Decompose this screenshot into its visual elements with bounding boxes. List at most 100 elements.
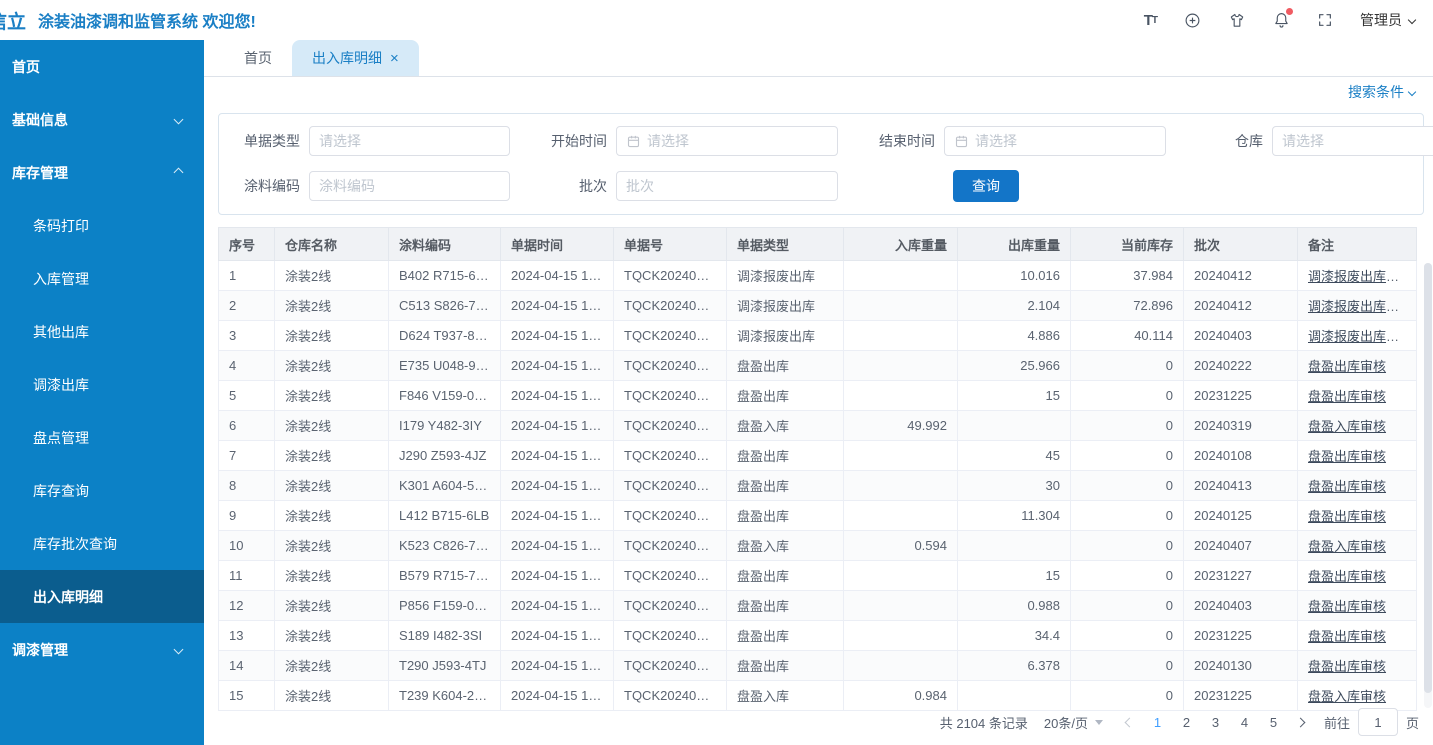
remark-cell: 盘盈出库审核	[1298, 651, 1417, 681]
sidebar-item-0[interactable]: 首页	[0, 40, 204, 93]
cell: 2024-04-15 14:...	[501, 531, 614, 561]
search-conditions-toggle[interactable]: 搜索条件	[1348, 82, 1415, 102]
records-table-wrap: 序号仓库名称涂料编码单据时间单据号单据类型入库重量出库重量当前库存批次备注 1涂…	[218, 227, 1426, 711]
remark-link[interactable]: 盘盈出库审核	[1308, 389, 1386, 404]
sidebar-item-4[interactable]: 入库管理	[0, 252, 204, 305]
doc-type-input[interactable]	[319, 133, 500, 149]
remark-cell: 盘盈出库审核	[1298, 351, 1417, 381]
table-row: 11涂装2线B579 R715-7AQ2024-04-15 14:...TQCK…	[219, 561, 1417, 591]
remark-link[interactable]: 调漆报废出库审核	[1308, 329, 1412, 344]
batch-input[interactable]	[626, 178, 828, 194]
cell: 20240108	[1184, 441, 1298, 471]
sidebar-item-7[interactable]: 盘点管理	[0, 411, 204, 464]
remark-link[interactable]: 盘盈入库审核	[1308, 539, 1386, 554]
cell: 2024-04-15 15:...	[501, 291, 614, 321]
cell	[844, 651, 958, 681]
theme-shirt-icon[interactable]	[1228, 12, 1246, 29]
remark-link[interactable]: 调漆报废出库审核	[1308, 299, 1412, 314]
cell: TQCK2024041....	[614, 591, 727, 621]
query-button[interactable]: 查询	[953, 170, 1019, 202]
cell: 涂装2线	[275, 681, 389, 711]
sidebar-item-8[interactable]: 库存查询	[0, 464, 204, 517]
search-panel: 单据类型 开始时间 结束时间 仓库	[218, 113, 1424, 215]
sidebar-item-11[interactable]: 调漆管理	[0, 623, 204, 676]
cell: 10.016	[958, 261, 1071, 291]
sidebar-menu: 首页基础信息库存管理条码打印入库管理其他出库调漆出库盘点管理库存查询库存批次查询…	[0, 40, 204, 745]
paint-code-input[interactable]	[319, 178, 500, 194]
cell: 0.984	[844, 681, 958, 711]
cell: F846 V159-0FV	[389, 381, 501, 411]
remark-link[interactable]: 盘盈出库审核	[1308, 659, 1386, 674]
remark-link[interactable]: 盘盈出库审核	[1308, 509, 1386, 524]
page-size-select[interactable]: 20条/页	[1044, 713, 1103, 732]
scrollbar-thumb[interactable]	[1424, 263, 1432, 693]
circle-plus-icon[interactable]	[1184, 12, 1201, 29]
table-scrollbar[interactable]	[1424, 263, 1432, 708]
start-time-picker[interactable]	[616, 126, 838, 156]
doc-type-select[interactable]	[309, 126, 510, 156]
bell-icon[interactable]	[1273, 11, 1290, 29]
column-header-10: 备注	[1298, 228, 1417, 261]
sidebar-item-1[interactable]: 基础信息	[0, 93, 204, 146]
remark-cell: 盘盈出库审核	[1298, 561, 1417, 591]
total-records-label: 共 2104 条记录	[940, 713, 1028, 732]
field-start-time: 开始时间	[528, 126, 856, 156]
sidebar-item-2[interactable]: 库存管理	[0, 146, 204, 199]
remark-link[interactable]: 盘盈入库审核	[1308, 689, 1386, 704]
remark-link[interactable]: 盘盈入库审核	[1308, 419, 1386, 434]
warehouse-select[interactable]	[1272, 126, 1433, 156]
remark-link[interactable]: 盘盈出库审核	[1308, 629, 1386, 644]
remark-link[interactable]: 盘盈出库审核	[1308, 599, 1386, 614]
fullscreen-icon[interactable]	[1317, 12, 1333, 28]
page-number-2[interactable]: 2	[1172, 715, 1201, 730]
next-page-button[interactable]	[1288, 719, 1314, 726]
header-actions: TT 管理员	[1144, 10, 1415, 30]
cell: C513 S826-7CS	[389, 291, 501, 321]
sidebar-item-3[interactable]: 条码打印	[0, 199, 204, 252]
cell: 涂装2线	[275, 261, 389, 291]
cell: 9	[219, 501, 275, 531]
cell: 2024-04-15 14:...	[501, 651, 614, 681]
page-number-1[interactable]: 1	[1143, 715, 1172, 730]
remark-link[interactable]: 调漆报废出库审核	[1308, 269, 1412, 284]
sidebar-item-9[interactable]: 库存批次查询	[0, 517, 204, 570]
remark-link[interactable]: 盘盈出库审核	[1308, 479, 1386, 494]
cell	[958, 411, 1071, 441]
goto-page-input[interactable]	[1358, 708, 1398, 736]
sidebar-item-6[interactable]: 调漆出库	[0, 358, 204, 411]
batch-field[interactable]	[616, 171, 838, 201]
close-icon[interactable]: ×	[390, 51, 399, 66]
end-time-picker[interactable]	[944, 126, 1166, 156]
cell: 20240222	[1184, 351, 1298, 381]
page-number-4[interactable]: 4	[1230, 715, 1259, 730]
page-number-5[interactable]: 5	[1259, 715, 1288, 730]
sidebar-item-5[interactable]: 其他出库	[0, 305, 204, 358]
chevron-down-icon	[174, 115, 184, 125]
tab-1[interactable]: 出入库明细×	[292, 40, 419, 76]
cell	[844, 621, 958, 651]
cell: 11	[219, 561, 275, 591]
tab-0[interactable]: 首页	[224, 40, 292, 76]
end-time-input[interactable]	[975, 133, 1156, 149]
cell: 20231225	[1184, 681, 1298, 711]
cell: 2	[219, 291, 275, 321]
remark-cell: 盘盈出库审核	[1298, 501, 1417, 531]
cell: 调漆报废出库	[727, 321, 844, 351]
cell: 4	[219, 351, 275, 381]
remark-link[interactable]: 盘盈出库审核	[1308, 449, 1386, 464]
page-number-3[interactable]: 3	[1201, 715, 1230, 730]
start-time-input[interactable]	[647, 133, 828, 149]
calendar-icon	[626, 134, 641, 149]
sidebar-item-10[interactable]: 出入库明细	[0, 570, 204, 623]
font-size-icon[interactable]: TT	[1144, 12, 1157, 29]
remark-link[interactable]: 盘盈出库审核	[1308, 359, 1386, 374]
paint-code-field[interactable]	[309, 171, 510, 201]
sidebar-item-label: 其他出库	[33, 322, 89, 342]
field-label: 开始时间	[528, 131, 616, 151]
cell: 45	[958, 441, 1071, 471]
remark-cell: 盘盈出库审核	[1298, 591, 1417, 621]
user-menu[interactable]: 管理员	[1360, 10, 1415, 30]
warehouse-input[interactable]	[1282, 133, 1433, 149]
prev-page-button[interactable]	[1117, 719, 1143, 726]
remark-link[interactable]: 盘盈出库审核	[1308, 569, 1386, 584]
